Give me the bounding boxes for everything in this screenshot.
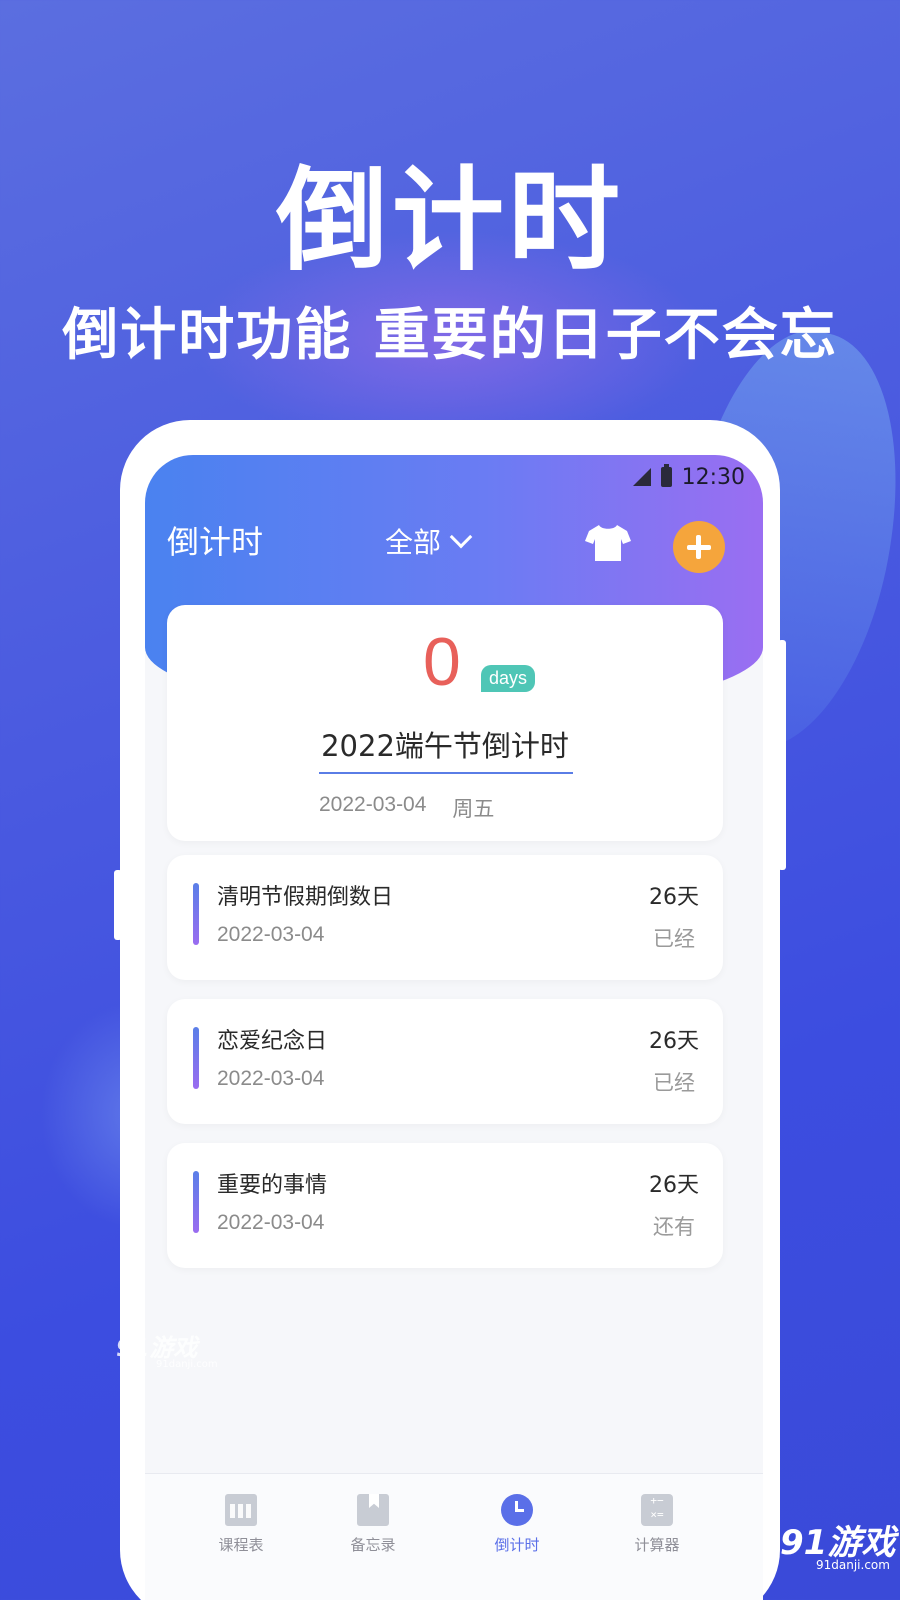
memo-icon <box>357 1494 389 1526</box>
countdown-state: 已经 <box>653 1071 695 1095</box>
category-filter-dropdown[interactable]: 全部 <box>385 521 473 561</box>
event-date: 2022-03-04 <box>217 1211 325 1234</box>
list-item[interactable]: 重要的事情 2022-03-04 26天 还有 <box>167 1143 723 1268</box>
title-underline <box>319 772 573 774</box>
hero-title: 倒计时 <box>276 156 624 286</box>
list-item[interactable]: 恋爱纪念日 2022-03-04 26天 已经 <box>167 999 723 1124</box>
day-count: 26天 <box>649 1029 699 1054</box>
status-time: 12:30 <box>681 464 745 490</box>
bottom-tab-bar: 课程表 备忘录 倒计时 +− ×= 计算器 <box>145 1473 763 1600</box>
watermark-url: 91danji.com <box>156 1359 218 1370</box>
shirt-icon[interactable] <box>585 523 631 563</box>
days-count: 0 <box>423 624 461 700</box>
tab-memo[interactable]: 备忘录 <box>313 1494 433 1555</box>
status-bar: 12:30 <box>632 463 745 491</box>
day-count: 26天 <box>649 885 699 910</box>
countdown-state: 还有 <box>653 1215 695 1239</box>
event-weekday: 周五 <box>452 798 495 821</box>
day-count: 26天 <box>649 1173 699 1198</box>
filter-label: 全部 <box>385 526 442 559</box>
list-item[interactable]: 清明节假期倒数日 2022-03-04 26天 已经 <box>167 855 723 980</box>
calculator-icon: +− ×= <box>641 1494 673 1526</box>
tab-label: 倒计时 <box>494 1536 540 1554</box>
event-date: 2022-03-04 <box>319 793 427 816</box>
days-unit-badge: days <box>481 665 536 692</box>
watermark-text: 91游戏 <box>780 1523 896 1563</box>
tab-countdown[interactable]: 倒计时 <box>457 1494 577 1555</box>
battery-icon <box>660 464 672 487</box>
watermark-text: 91游戏 <box>116 1334 198 1362</box>
event-name: 恋爱纪念日 <box>217 1029 328 1054</box>
watermark-logo-left: 91游戏 91danji.com <box>116 1328 218 1370</box>
timetable-icon <box>225 1494 257 1526</box>
signal-icon <box>632 468 651 486</box>
accent-bar <box>193 1171 199 1233</box>
accent-bar <box>193 883 199 945</box>
chevron-down-icon <box>449 525 473 549</box>
featured-event-name: 2022端午节倒计时 <box>321 729 569 763</box>
event-name: 清明节假期倒数日 <box>217 885 394 910</box>
watermark-url: 91danji.com <box>816 1558 890 1572</box>
phone-screen: 12:30 倒计时 全部 0 days 2022端午节倒计时 2022-03-0… <box>145 455 763 1600</box>
tab-calculator[interactable]: +− ×= 计算器 <box>597 1494 717 1555</box>
tab-label: 课程表 <box>218 1536 264 1554</box>
event-date: 2022-03-04 <box>217 923 325 946</box>
add-event-button[interactable] <box>673 521 725 573</box>
featured-event-date: 2022-03-04 周五 <box>319 793 494 823</box>
tab-label: 备忘录 <box>350 1536 396 1554</box>
event-date: 2022-03-04 <box>217 1067 325 1090</box>
tab-timetable[interactable]: 课程表 <box>181 1494 301 1555</box>
tab-label: 计算器 <box>634 1536 680 1554</box>
hero-subtitle: 倒计时功能 重要的日子不会忘 <box>62 303 838 368</box>
countdown-state: 已经 <box>653 927 695 951</box>
page-title: 倒计时 <box>167 523 264 561</box>
phone-side-button-right <box>778 640 786 870</box>
clock-icon <box>501 1494 533 1526</box>
watermark-logo-right: 91游戏 91danji.com <box>780 1515 895 1572</box>
event-name: 重要的事情 <box>217 1173 328 1198</box>
accent-bar <box>193 1027 199 1089</box>
phone-side-button-left <box>114 870 122 940</box>
featured-countdown-card[interactable]: 0 days 2022端午节倒计时 2022-03-04 周五 <box>167 605 723 841</box>
